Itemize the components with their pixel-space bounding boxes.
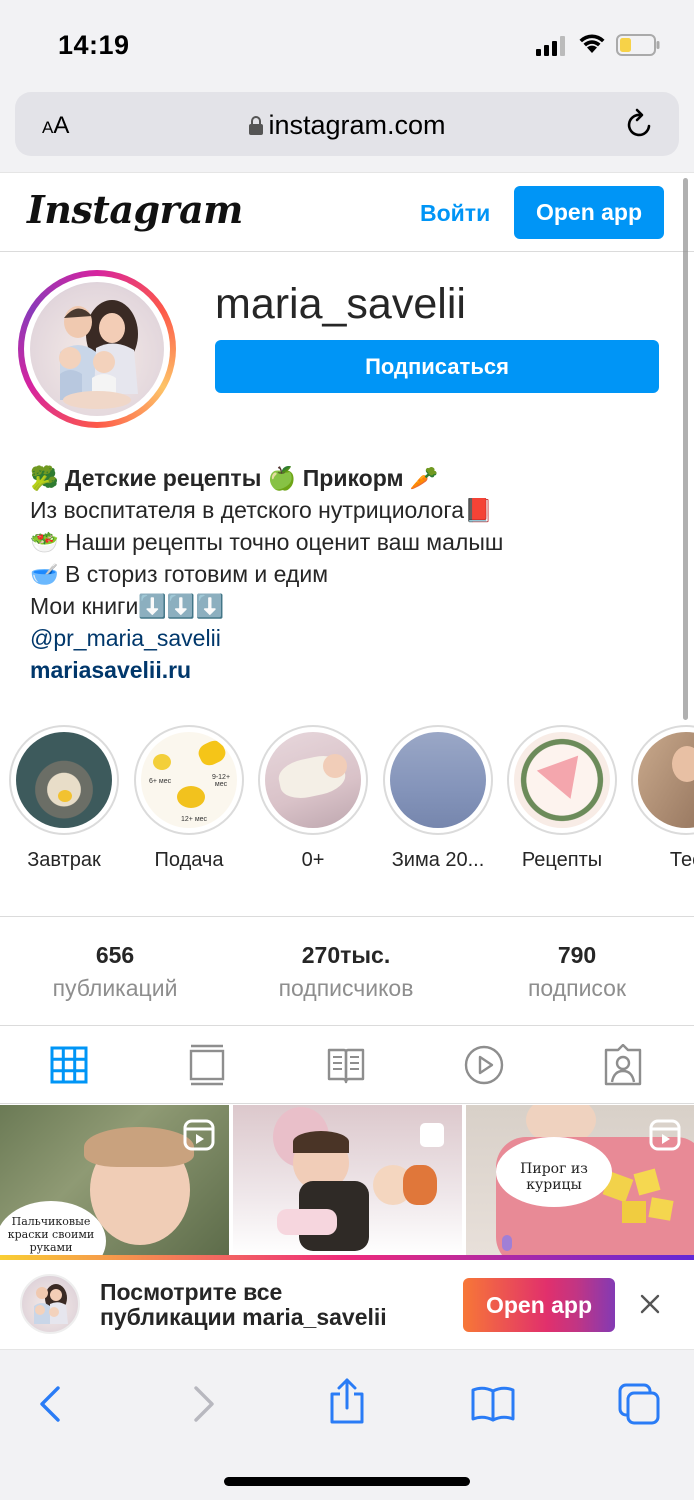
highlight-label: Тес (669, 849, 694, 871)
multiple-photos-icon (420, 1123, 444, 1147)
profile-avatar[interactable] (18, 270, 176, 428)
profile-username: maria_savelii (215, 280, 466, 328)
instagram-header: Instagram Войти Open app (0, 172, 694, 252)
post-thumbnail[interactable]: Пальчиковые краски своими руками (0, 1105, 229, 1255)
stat-label: подписчиков (278, 975, 414, 1001)
reel-icon (649, 1119, 681, 1151)
reels-play-icon[interactable] (464, 1044, 504, 1086)
highlight-cover-caption: 6+ мес (149, 778, 172, 785)
banner-message: Посмотрите все публикации maria_savelii (100, 1280, 387, 1330)
grid-icon[interactable] (49, 1044, 89, 1086)
back-chevron-icon[interactable] (30, 1382, 74, 1426)
stat-label: подписок (527, 975, 627, 1001)
following-count[interactable]: 790 подписок (462, 942, 692, 1002)
highlight-zavtrak[interactable]: Завтрак (9, 725, 119, 872)
banner-message-line: публикации maria_savelii (100, 1304, 387, 1330)
stat-value: 790 (557, 942, 597, 968)
highlight-label: Подача (154, 849, 224, 871)
posts-grid: Пальчиковые краски своими руками Пирог и… (0, 1105, 694, 1255)
post-caption: Пирог из курицы (496, 1137, 612, 1207)
highlight-zero-plus[interactable]: 0+ (258, 725, 368, 872)
story-highlights: Завтрак 6+ мес 9-12+ мес 12+ мес Подача … (0, 725, 694, 875)
profile-stats: 656 публикаций 270тыс. подписчиков 790 п… (0, 916, 694, 1026)
guides-icon[interactable] (326, 1044, 366, 1086)
instagram-logo[interactable]: Instagram (27, 187, 243, 232)
highlight-cover (265, 732, 361, 828)
posts-count: 656 публикаций (0, 942, 230, 1002)
banner-message-line: Посмотрите все (100, 1279, 283, 1305)
open-app-banner: Посмотрите все публикации maria_savelii … (0, 1260, 694, 1350)
tabs-icon[interactable] (617, 1382, 661, 1426)
address-bar[interactable]: AA instagram.com (15, 92, 679, 156)
close-icon[interactable] (638, 1292, 662, 1316)
url-text: instagram.com (268, 110, 446, 140)
browser-address-area: AA instagram.com (0, 88, 694, 172)
open-app-button[interactable]: Open app (514, 186, 664, 239)
reel-icon (183, 1119, 215, 1151)
follow-button[interactable]: Подписаться (215, 340, 659, 393)
cellular-signal-icon (536, 36, 565, 56)
highlight-podacha[interactable]: 6+ мес 9-12+ мес 12+ мес Подача (134, 725, 244, 872)
lock-icon (249, 116, 264, 135)
highlight-label: 0+ (301, 849, 325, 871)
stat-label: публикаций (52, 975, 178, 1001)
share-icon[interactable] (325, 1376, 369, 1426)
highlight-cover (16, 732, 112, 828)
wifi-icon (579, 34, 605, 53)
highlight-cover: 6+ мес 9-12+ мес 12+ мес (141, 732, 237, 828)
login-link[interactable]: Войти (420, 200, 490, 227)
post-thumbnail[interactable] (233, 1105, 462, 1255)
battery-icon (616, 34, 660, 56)
bio-line: Мои книги⬇️⬇️⬇️ (30, 593, 225, 619)
stat-value: 656 (95, 942, 135, 968)
page-scrollbar[interactable] (683, 178, 688, 720)
highlight-cover (390, 732, 486, 828)
highlight-cover (514, 732, 610, 828)
banner-avatar (20, 1274, 80, 1334)
feed-icon[interactable] (187, 1044, 227, 1086)
bio-line: Из воспитателя в детского нутрициолога📕 (30, 497, 493, 523)
forward-chevron-icon[interactable] (180, 1382, 224, 1426)
highlight-label: Завтрак (27, 849, 101, 871)
status-bar: 14:19 (0, 0, 694, 88)
bio-line: 🥦 Детские рецепты 🍏 Прикорм 🥕 (30, 465, 439, 491)
highlight-cover (638, 732, 694, 828)
highlight-cover-caption: 9-12+ мес (211, 774, 231, 788)
bookmarks-book-icon[interactable] (471, 1382, 515, 1426)
post-thumbnail[interactable]: Пирог из курицы (466, 1105, 694, 1255)
status-time: 14:19 (58, 30, 130, 60)
highlight-cover-caption: 12+ мес (181, 816, 208, 823)
home-indicator (224, 1477, 470, 1486)
profile-bio: 🥦 Детские рецепты 🍏 Прикорм 🥕 Из воспита… (30, 462, 670, 686)
tagged-icon[interactable] (603, 1044, 643, 1086)
browser-toolbar (0, 1350, 694, 1500)
avatar-illustration (30, 282, 164, 416)
stat-value: 270тыс. (301, 942, 391, 968)
highlight-label: Рецепты (521, 849, 603, 871)
url-field[interactable]: instagram.com (15, 110, 679, 141)
highlight-tes[interactable]: Тес (631, 725, 694, 872)
bio-website-link[interactable]: mariasavelii.ru (30, 654, 670, 686)
bio-line: 🥣 В сториз готовим и едим (30, 561, 329, 587)
highlight-label: Зима 20... (391, 849, 485, 871)
reload-icon[interactable] (625, 108, 655, 140)
banner-open-app-button[interactable]: Open app (463, 1278, 615, 1332)
highlight-zima[interactable]: Зима 20... (383, 725, 493, 872)
followers-count[interactable]: 270тыс. подписчиков (231, 942, 461, 1002)
post-caption: Пальчиковые краски своими руками (0, 1201, 106, 1255)
bio-mention-link[interactable]: @pr_maria_savelii (30, 622, 670, 654)
highlight-recepty[interactable]: Рецепты (507, 725, 617, 872)
profile-tabs (0, 1026, 694, 1104)
bio-line: 🥗 Наши рецепты точно оценит ваш малыш (30, 529, 504, 555)
